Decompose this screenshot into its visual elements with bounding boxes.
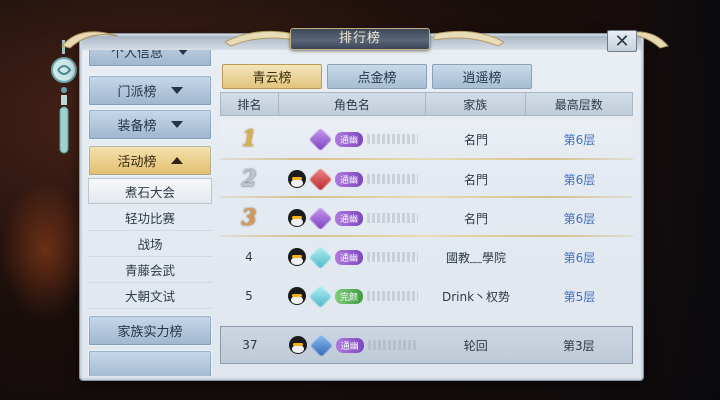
corner-ornament-left [61,31,119,49]
title-wing-right [434,30,504,47]
penguin-avatar-icon [288,170,306,188]
penguin-avatar-icon [288,248,306,266]
hidden-player-name [367,213,418,223]
background-fire-glow [0,180,90,320]
window-title: 排行榜 [290,28,430,50]
hidden-player-name [367,340,418,350]
chevron-down-icon [177,50,189,55]
table-row-rank-5[interactable]: 5 完颜 Drink丶权势 第5层 [220,277,633,315]
highest-floor: 第6层 [563,132,596,147]
class-icon [308,205,333,231]
title-badge: 通幽 [335,337,364,353]
class-icon [308,166,333,192]
class-icon [308,283,333,309]
tab-xiaoyao[interactable]: 逍遥榜 [432,64,532,89]
rank-2-icon: 2 [241,166,257,192]
table-row-rank-2[interactable]: 2 通幽 名門 第6层 [220,160,633,198]
chevron-down-icon [170,87,183,94]
class-icon [308,126,333,152]
background-shadow [630,0,720,400]
table-header: 排名 角色名 家族 最高层数 [220,92,633,116]
sidebar-category-label: 家族实力榜 [117,325,183,340]
header-rank: 排名 [221,93,279,115]
title-badge: 完颜 [335,288,364,304]
family-name: 名門 [463,132,488,147]
title-badge: 通幽 [335,210,364,226]
ranking-table: 排名 角色名 家族 最高层数 1 通幽 名門 第6层 2 通幽 名門 第6层 3 [220,92,633,374]
sidebar-category-next[interactable] [88,350,212,376]
highest-floor: 第6层 [563,211,596,226]
hidden-player-name [367,291,418,301]
table-row-self[interactable]: 37 通幽 轮回 第3层 [220,326,633,364]
sidebar-item-qingteng-tournament[interactable]: 青藤会武 [88,257,212,283]
category-sidebar[interactable]: 个人信息 门派榜 装备榜 活动榜 煮石大会 轻功比赛 战场 青藤会武 大朝文试 … [88,50,214,376]
sidebar-category-label: 装备榜 [117,119,157,134]
hidden-player-name [367,252,418,262]
row-divider-silver [220,196,633,198]
family-name: 名門 [463,172,488,187]
family-name: 轮回 [463,338,488,353]
sidebar-category-family-strength[interactable]: 家族实力榜 [88,315,212,346]
highest-floor: 第5层 [563,289,596,304]
chevron-down-icon [170,121,183,128]
sidebar-item-battlefield[interactable]: 战场 [88,231,212,257]
rank-number: 4 [245,250,253,264]
title-badge: 通幽 [335,131,364,147]
sidebar-category-label: 活动榜 [117,155,157,170]
family-name: 國教﹏學院 [445,250,506,265]
sidebar-item-qinggong-race[interactable]: 轻功比赛 [88,205,212,231]
tab-qingyun[interactable]: 青云榜 [222,64,322,89]
sidebar-category-label: 个人信息 [110,50,163,61]
sidebar-category-personal-info[interactable]: 个人信息 [88,50,212,67]
highest-floor: 第3层 [562,338,595,353]
chevron-up-icon [170,157,183,164]
rank-3-icon: 3 [241,205,257,231]
table-row-rank-1[interactable]: 1 通幽 名門 第6层 [220,120,633,158]
penguin-avatar-icon [288,287,306,305]
penguin-avatar-icon [288,336,307,354]
table-row-rank-4[interactable]: 4 通幽 國教﹏學院 第6层 [220,238,633,276]
title-badge: 通幽 [335,249,364,265]
sidebar-category-equipment-ranking[interactable]: 装备榜 [88,109,212,140]
penguin-avatar-icon [288,209,306,227]
close-button[interactable]: ✕ [607,30,637,52]
title-badge: 通幽 [335,171,364,187]
header-family: 家族 [426,93,526,115]
jade-pendant-ornament [51,40,77,154]
sidebar-category-label: 门派榜 [117,85,157,100]
highest-floor: 第6层 [563,250,596,265]
family-name: Drink丶权势 [441,289,511,304]
class-icon [309,332,334,358]
table-row-rank-3[interactable]: 3 通幽 名門 第6层 [220,199,633,237]
sidebar-item-imperial-exam[interactable]: 大朝文试 [88,283,212,309]
class-icon [308,244,333,270]
rank-number: 37 [242,338,258,352]
rank-number: 5 [245,289,253,303]
highest-floor: 第6层 [563,172,596,187]
sidebar-category-sect-ranking[interactable]: 门派榜 [88,75,212,106]
hidden-player-name [367,134,418,144]
close-icon: ✕ [614,30,630,52]
hidden-player-name [367,174,418,184]
tab-dianjin[interactable]: 点金榜 [327,64,427,89]
title-wing-left [225,30,295,47]
sidebar-category-event-ranking[interactable]: 活动榜 [88,145,212,176]
family-name: 名門 [463,211,488,226]
sidebar-item-stone-boiling-contest[interactable]: 煮石大会 [88,178,212,204]
rank-1-icon: 1 [241,126,257,152]
row-divider-bronze [220,235,633,237]
header-highest-floor: 最高层数 [554,97,603,112]
header-character-name: 角色名 [279,93,426,115]
